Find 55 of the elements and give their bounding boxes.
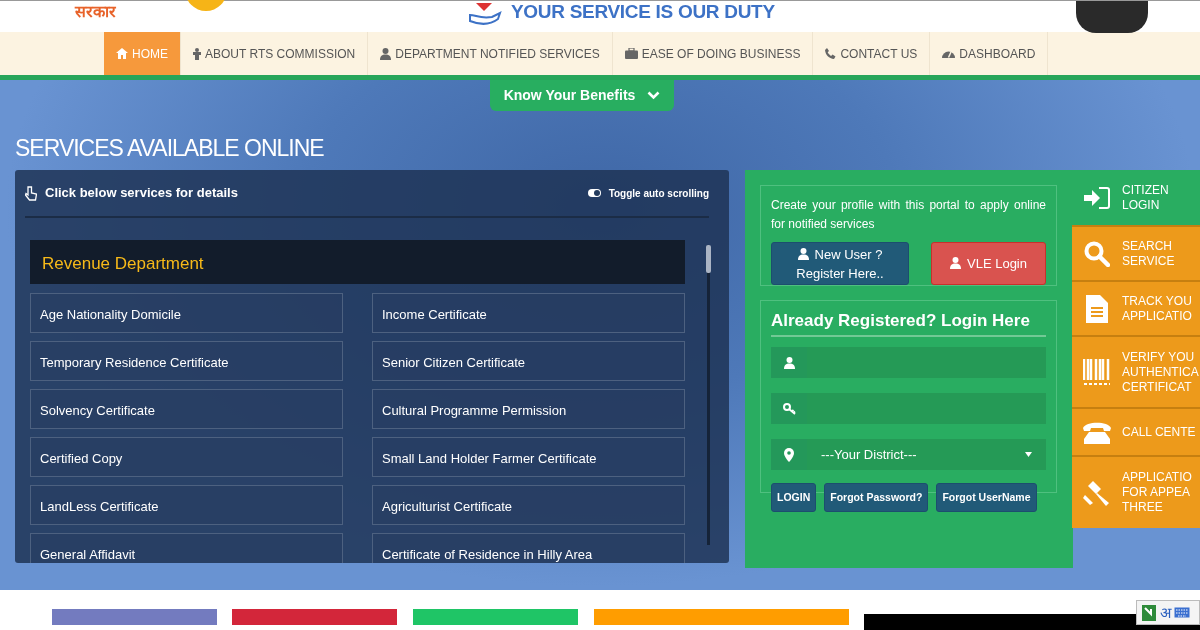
home-icon: [116, 48, 128, 59]
service-item[interactable]: Age Nationality Domicile: [30, 293, 343, 333]
user-icon: [380, 47, 392, 60]
translate-icon: [1141, 603, 1157, 622]
keyboard-icon: [1174, 607, 1190, 618]
service-item[interactable]: Certified Copy: [30, 437, 343, 477]
photo-placeholder: [1076, 1, 1148, 33]
nav-tab[interactable]: EASE OF DOING BUSINESS: [612, 32, 814, 75]
service-item[interactable]: Cultural Programme Permission: [372, 389, 685, 429]
user-icon: [797, 247, 809, 260]
register-text: Create your profile with this portal to apply online for notified services: [771, 197, 1046, 233]
chevron-down-icon: [647, 91, 661, 100]
user-icon: [950, 257, 961, 269]
nav-tab[interactable]: CONTACT US: [813, 32, 931, 75]
sign-in-icon: [1082, 186, 1112, 209]
barcode-icon: [1082, 359, 1112, 385]
phone-icon: [1082, 420, 1112, 444]
search-icon: [1082, 240, 1112, 267]
register-button[interactable]: New User ? Register Here..: [771, 242, 909, 285]
service-item[interactable]: LandLess Certificate: [30, 485, 343, 525]
nav-tab[interactable]: DASHBOARD: [930, 32, 1049, 75]
user-icon: [783, 356, 795, 369]
person-icon: [193, 47, 201, 60]
emblem-text: सरकार: [75, 2, 116, 22]
service-item[interactable]: Agriculturist Certificate: [372, 485, 685, 525]
login-button[interactable]: LOGIN: [771, 483, 817, 513]
input-language-text[interactable]: अ: [1160, 605, 1171, 620]
key-icon: [782, 402, 796, 415]
forgot-username-button[interactable]: Forgot UserName: [936, 483, 1037, 513]
service-item[interactable]: Certificate of Residence in Hilly Area: [372, 533, 685, 563]
service-item[interactable]: Senior Citizen Certificate: [372, 341, 685, 381]
toggle-label: Toggle auto scrolling: [608, 186, 709, 201]
dropdown-caret-icon: [1025, 452, 1032, 458]
service-item[interactable]: General Affidavit: [30, 533, 343, 563]
service-item[interactable]: Income Certificate: [372, 293, 685, 333]
service-item[interactable]: Solvency Certificate: [30, 389, 343, 429]
service-item[interactable]: Temporary Residence Certificate: [30, 341, 343, 381]
nav-tab[interactable]: ABOUT RTS COMMISSION: [181, 32, 369, 75]
section-title: SERVICES AVAILABLE ONLINE: [15, 135, 324, 163]
login-title: Already Registered? Login Here: [771, 301, 1046, 338]
toggle-switch[interactable]: [587, 189, 601, 197]
service-item[interactable]: Small Land Holder Farmer Certificate: [372, 437, 685, 477]
department-heading: Revenue Department: [30, 240, 685, 284]
location-pin-icon: [784, 447, 794, 462]
pointer-hand-icon: [25, 185, 37, 201]
district-select[interactable]: ---Your District---: [807, 439, 1046, 471]
tagline: YOUR SERVICE IS OUR DUTY: [511, 1, 775, 23]
forgot-password-button[interactable]: Forgot Password?: [824, 483, 929, 513]
phone-icon: [825, 48, 837, 59]
briefcase-icon: [624, 48, 638, 59]
vle-login-button[interactable]: VLE Login: [931, 242, 1046, 285]
gavel-icon: [1082, 478, 1112, 507]
scrollbar-thumb[interactable]: [706, 245, 711, 273]
instruction-text: Click below services for details: [45, 184, 238, 203]
nav-tab[interactable]: DEPARTMENT NOTIFIED SERVICES: [368, 32, 613, 75]
